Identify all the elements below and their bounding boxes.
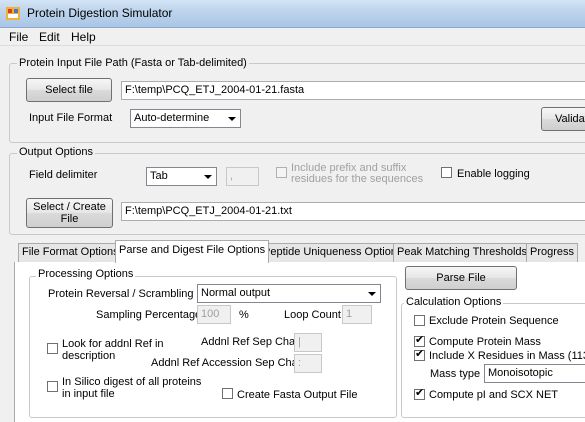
tab-peptide-uniqueness[interactable]: Peptide Uniqueness Options: [259, 243, 407, 262]
loop-count-field[interactable]: 1: [342, 305, 372, 324]
menu-edit[interactable]: Edit: [39, 30, 60, 44]
calculation-options-group-label: Calculation Options: [404, 296, 504, 308]
include-prefix-checkbox[interactable]: [276, 167, 287, 178]
compute-mass-label: Compute Protein Mass: [429, 336, 541, 348]
addnl-ref-sep-field[interactable]: |: [294, 333, 322, 352]
custom-delimiter-field[interactable]: ,: [226, 167, 259, 186]
field-delimiter-value: Tab: [150, 170, 168, 182]
validate-button[interactable]: Validate: [541, 107, 585, 131]
output-options-group-label: Output Options: [17, 146, 95, 158]
menu-bar: File Edit Help: [0, 28, 585, 46]
include-prefix-label: Include prefix and suffix residues for t…: [291, 162, 424, 185]
select-create-file-button[interactable]: Select / Create File: [26, 198, 113, 228]
input-file-group: [9, 63, 585, 143]
include-x-residues-checkbox[interactable]: [414, 348, 425, 361]
addnl-ref-accession-sep-label: Addnl Ref Accession Sep Char: [151, 357, 302, 369]
processing-options-group-label: Processing Options: [36, 268, 136, 280]
title-bar: Protein Digestion Simulator: [0, 0, 585, 28]
menu-help[interactable]: Help: [71, 30, 96, 44]
chevron-down-icon: [364, 286, 379, 301]
exclude-sequence-checkbox[interactable]: [414, 315, 425, 326]
insilico-digest-label: In Silico digest of all proteins in inpu…: [62, 376, 202, 400]
create-fasta-label: Create Fasta Output File: [237, 389, 358, 401]
parse-file-button[interactable]: Parse File: [405, 266, 517, 290]
input-format-select[interactable]: Auto-determine: [130, 109, 241, 128]
input-format-value: Auto-determine: [134, 112, 210, 124]
reversal-label: Protein Reversal / Scrambling: [48, 288, 194, 300]
window-title: Protein Digestion Simulator: [27, 6, 173, 20]
output-file-path-field[interactable]: F:\temp\PCQ_ETJ_2004-01-21.txt: [121, 202, 585, 221]
tab-progress[interactable]: Progress: [526, 243, 579, 262]
field-delimiter-label: Field delimiter: [29, 169, 98, 181]
sampling-percentage-field[interactable]: 100: [197, 305, 231, 324]
mass-type-label: Mass type: [430, 368, 481, 380]
input-file-path-field[interactable]: F:\temp\PCQ_ETJ_2004-01-21.fasta: [121, 81, 585, 100]
include-x-residues-label: Include X Residues in Mass (113 Da): [429, 350, 585, 362]
mass-type-select[interactable]: Monoisotopic: [484, 364, 585, 383]
reversal-value: Normal output: [201, 287, 271, 299]
compute-pi-label: Compute pI and SCX NET: [429, 389, 559, 401]
loop-count-label: Loop Count: [284, 309, 341, 321]
enable-logging-label: Enable logging: [457, 168, 530, 180]
tab-peak-matching[interactable]: Peak Matching Thresholds: [393, 243, 532, 262]
exclude-sequence-label: Exclude Protein Sequence: [429, 315, 559, 327]
compute-pi-checkbox[interactable]: [414, 387, 425, 400]
addnl-ref-sep-label: Addnl Ref Sep Char: [201, 336, 299, 348]
sampling-percentage-label: Sampling Percentage: [96, 309, 202, 321]
enable-logging-checkbox[interactable]: [441, 167, 452, 178]
input-format-label: Input File Format: [29, 112, 113, 124]
create-fasta-checkbox[interactable]: [222, 388, 233, 399]
chevron-down-icon: [224, 111, 239, 126]
select-file-button[interactable]: Select file: [26, 78, 112, 102]
compute-mass-checkbox[interactable]: [414, 334, 425, 347]
look-addnl-ref-checkbox[interactable]: [47, 343, 58, 354]
tab-parse-and-digest[interactable]: Parse and Digest File Options: [115, 240, 270, 263]
tab-file-format-options[interactable]: File Format Options: [18, 243, 123, 262]
chevron-down-icon: [200, 169, 215, 184]
field-delimiter-select[interactable]: Tab: [146, 167, 217, 186]
addnl-ref-accession-sep-field[interactable]: :: [294, 354, 322, 373]
reversal-select[interactable]: Normal output: [197, 284, 381, 303]
input-file-group-label: Protein Input File Path (Fasta or Tab-de…: [17, 57, 249, 69]
insilico-digest-checkbox[interactable]: [47, 381, 58, 392]
app-icon: [6, 7, 20, 20]
menu-file[interactable]: File: [9, 30, 28, 44]
sampling-percentage-unit: %: [239, 309, 249, 321]
